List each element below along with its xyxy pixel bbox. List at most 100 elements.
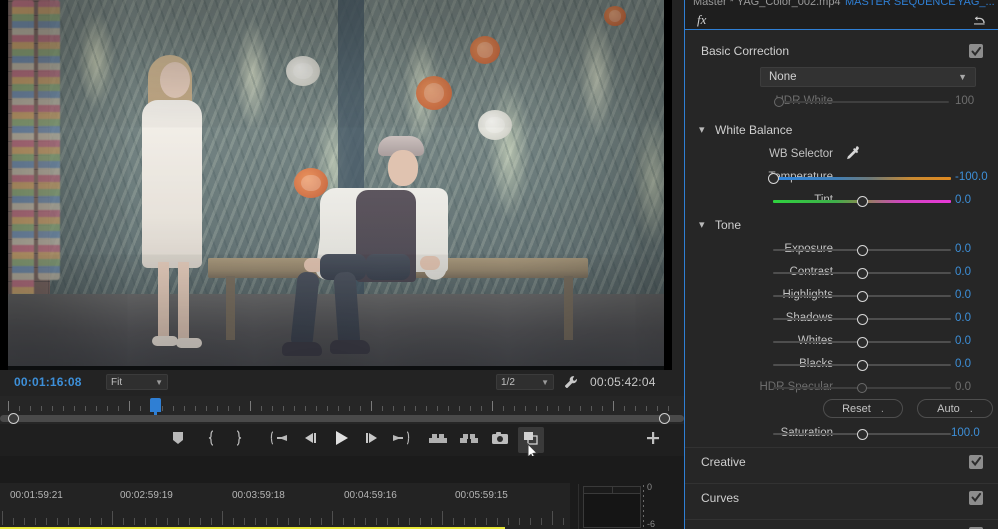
timeline-ruler-tick [35, 518, 36, 525]
fx-label[interactable]: fx [697, 12, 706, 28]
white-balance-title: White Balance [715, 123, 793, 137]
blacks-knob[interactable] [856, 360, 868, 371]
timeline-ruler-tick [145, 518, 146, 525]
timeline-ruler-tick [134, 518, 135, 525]
audio-meters-panel[interactable]: 0 -6 [578, 482, 666, 529]
duration-timecode[interactable]: 00:05:42:04 [590, 375, 656, 389]
saturation-knob[interactable] [857, 429, 868, 440]
highlights-value[interactable]: 0.0 [955, 289, 995, 301]
section-creative[interactable]: Creative [685, 447, 998, 475]
woman-white-dress [142, 100, 202, 268]
go-to-in-button[interactable] [266, 427, 292, 453]
program-monitor-video[interactable] [0, 0, 672, 370]
temperature-value[interactable]: -100.0 [955, 171, 995, 183]
step-back-button[interactable] [298, 427, 324, 453]
go-to-out-button[interactable] [388, 427, 414, 453]
add-marker-button[interactable] [165, 427, 191, 453]
whites-value[interactable]: 0.0 [955, 335, 995, 347]
step-forward-button[interactable] [358, 427, 384, 453]
wrench-icon[interactable] [563, 374, 579, 395]
mark-out-button[interactable] [226, 427, 252, 453]
hdr-white-track[interactable] [777, 101, 949, 103]
timeline-ruler-tick [365, 518, 366, 525]
hdr-white-value[interactable]: 100 [955, 95, 995, 107]
temperature-track[interactable] [773, 177, 951, 180]
extract-button[interactable] [456, 427, 482, 453]
lift-button[interactable] [425, 427, 451, 453]
tone-reset-button[interactable]: Reset . [823, 399, 903, 418]
marker-icon [172, 431, 184, 450]
whites-knob[interactable] [856, 337, 868, 348]
chevron-down-icon[interactable]: ▾ [699, 123, 705, 136]
timeline-ruler-tick [277, 518, 278, 525]
tab-master-sequence[interactable]: MASTER SEQUENCE [845, 0, 956, 8]
section-basic-correction-checkbox[interactable] [969, 44, 983, 58]
video-frame-content [8, 0, 672, 366]
white-rose [286, 56, 320, 86]
timeline-ruler-tick [343, 518, 344, 525]
temperature-knob[interactable] [768, 173, 779, 184]
comparison-view-button[interactable] [518, 427, 544, 453]
scrub-out-handle[interactable] [659, 413, 670, 424]
shadows-value[interactable]: 0.0 [955, 312, 995, 324]
audio-meter-divider [612, 486, 613, 494]
playback-resolution-select[interactable]: 1/2 ▼ [496, 374, 554, 390]
zoom-level-select[interactable]: Fit ▼ [106, 374, 168, 390]
section-basic-correction[interactable]: Basic Correction [685, 37, 998, 65]
exposure-value[interactable]: 0.0 [955, 243, 995, 255]
step-forward-icon [362, 431, 380, 450]
hdr-specular-value[interactable]: 0.0 [955, 381, 995, 393]
audio-meter-top-label: 0 [647, 482, 653, 492]
timeline-ruler-tick [486, 518, 487, 525]
input-lut-value: None [769, 71, 797, 83]
saturation-value[interactable]: 100.0 [951, 427, 991, 439]
section-curves[interactable]: Curves [685, 483, 998, 511]
chevron-down-icon[interactable]: ▾ [699, 218, 705, 231]
playhead-timecode[interactable]: 00:01:16:08 [14, 375, 82, 389]
woman-leg [158, 262, 169, 340]
premiere-pro-window: 00:01:16:08 Fit ▼ 1/2 ▼ 00:05:42:04 00:0… [0, 0, 998, 529]
eyedropper-icon[interactable] [843, 144, 861, 167]
tone-title: Tone [715, 218, 742, 232]
mark-out-icon [234, 429, 244, 451]
timeline-ruler-tick [519, 518, 520, 525]
section-color-wheels[interactable] [685, 519, 998, 529]
hdr-white-knob[interactable] [774, 97, 784, 107]
play-stop-button[interactable] [328, 427, 354, 453]
scrub-range-bar[interactable] [0, 415, 684, 422]
tint-knob[interactable] [857, 196, 868, 207]
timeline-panel: 00:01:59:21 00:02:59:19 00:03:59:18 00:04:5… [0, 456, 684, 529]
white-balance-group-header[interactable]: ▾ White Balance [685, 121, 998, 141]
orange-rose [604, 6, 626, 26]
scrub-in-handle[interactable] [8, 413, 19, 424]
tab-trailing[interactable]: YAG_... [957, 0, 995, 8]
mark-in-button[interactable] [198, 427, 224, 453]
timeline-ruler-tick [266, 518, 267, 525]
export-frame-button[interactable] [487, 427, 513, 453]
timeline-ruler-tick [530, 518, 531, 525]
scrub-playhead[interactable] [150, 398, 161, 415]
contrast-value[interactable]: 0.0 [955, 266, 995, 278]
highlights-knob[interactable] [856, 291, 868, 302]
contrast-knob[interactable] [856, 268, 868, 279]
timeline-ruler[interactable]: 00:01:59:21 00:02:59:19 00:03:59:18 00:04:5… [0, 483, 570, 529]
section-curves-checkbox[interactable] [969, 490, 983, 505]
reset-arrow-icon[interactable] [972, 12, 987, 32]
lumetri-color-panel: Master * YAG_Color_002.mp4 MASTER SEQUEN… [684, 0, 998, 529]
man-shoe [330, 340, 370, 354]
exposure-knob[interactable] [856, 245, 868, 256]
tone-group-header[interactable]: ▾ Tone [685, 216, 998, 236]
shadows-knob[interactable] [856, 314, 868, 325]
tint-value[interactable]: 0.0 [955, 194, 995, 206]
timeline-ruler-tick [409, 518, 410, 525]
timeline-ruler-tick [354, 518, 355, 525]
blacks-value[interactable]: 0.0 [955, 358, 995, 370]
tab-source-clip[interactable]: Master * YAG_Color_002.mp4 [693, 0, 841, 8]
monitor-scrub-bar[interactable] [0, 396, 684, 424]
audio-meter-scale [643, 485, 644, 527]
input-lut-select[interactable]: None ▼ [760, 67, 976, 87]
hdr-specular-knob[interactable] [856, 383, 867, 393]
button-editor-button[interactable] [640, 427, 666, 453]
section-creative-checkbox[interactable] [969, 454, 983, 469]
tone-auto-button[interactable]: Auto . [917, 399, 993, 418]
